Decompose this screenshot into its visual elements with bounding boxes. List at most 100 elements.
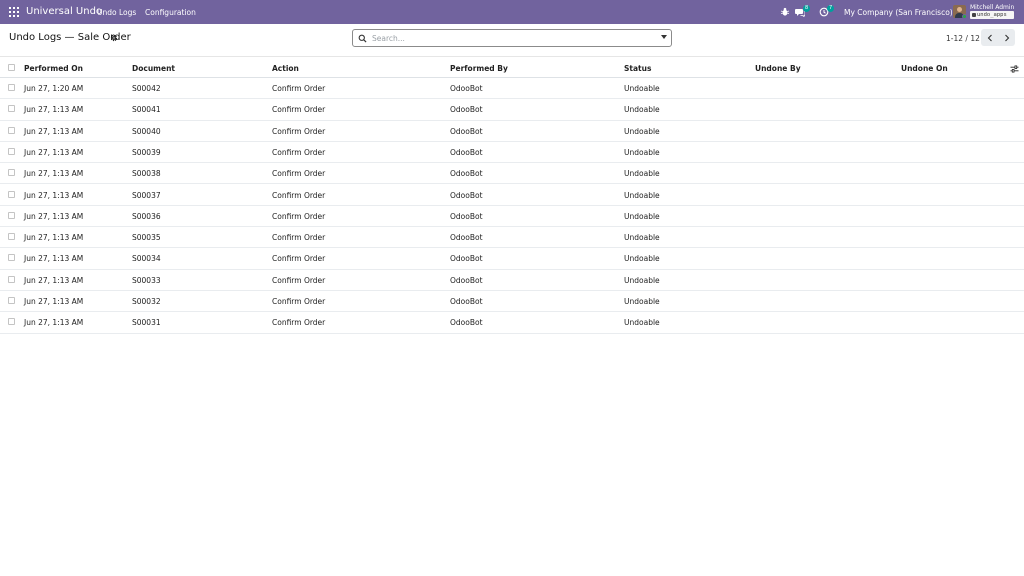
pager-next-button[interactable] (998, 29, 1015, 46)
cell-status: Undoable (624, 169, 660, 179)
cell-performed-on: Jun 27, 1:13 AM (24, 233, 84, 243)
cell-status: Undoable (624, 190, 660, 200)
table-row[interactable]: Jun 27, 1:20 AM S00042 Confirm Order OdooBo… (0, 78, 1024, 100)
cell-action: Confirm Order (272, 297, 326, 306)
cell-status: Undoable (624, 211, 660, 221)
cell-document: S00038 (132, 169, 161, 179)
row-checkbox[interactable] (8, 84, 15, 91)
cell-action: Confirm Order (272, 254, 326, 264)
table-row[interactable]: Jun 27, 1:13 AM S00034 Confirm Order OdooBo… (0, 248, 1024, 270)
cell-action: Confirm Order (272, 126, 326, 136)
pager-previous-button[interactable] (981, 29, 998, 46)
cell-document: S00033 (132, 275, 161, 285)
messages-count-badge: 8 (803, 5, 811, 12)
online-status-dot (962, 14, 967, 19)
top-navbar: Universal Undo Undo Logs Configuration 8… (0, 0, 1024, 24)
pager-value[interactable]: 1-12 / 12 (946, 34, 980, 43)
cell-performed-by: OdooBot (450, 233, 483, 243)
column-header-document[interactable]: Document (132, 64, 175, 73)
search-input[interactable] (372, 31, 652, 45)
table-header: Performed On Document Action Performed B… (0, 56, 1024, 78)
cell-performed-by: OdooBot (450, 169, 483, 179)
optional-columns-icon[interactable] (1010, 65, 1019, 73)
cell-action: Confirm Order (272, 211, 326, 221)
cell-performed-on: Jun 27, 1:13 AM (24, 190, 84, 200)
column-header-performed-on[interactable]: Performed On (24, 64, 83, 73)
cell-performed-on: Jun 27, 1:13 AM (24, 275, 84, 285)
search-icon (358, 34, 367, 43)
table-row[interactable]: Jun 27, 1:13 AM S00033 Confirm Order OdooBo… (0, 270, 1024, 291)
cell-status: Undoable (624, 126, 660, 136)
cell-status: Undoable (624, 318, 660, 328)
cell-performed-by: OdooBot (450, 147, 483, 157)
bug-icon[interactable] (780, 7, 790, 17)
row-checkbox[interactable] (8, 233, 15, 241)
row-checkbox[interactable] (8, 169, 15, 177)
cell-status: Undoable (624, 297, 660, 306)
cell-performed-on: Jun 27, 1:13 AM (24, 318, 84, 328)
search-options-caret-icon[interactable] (661, 35, 667, 39)
cell-status: Undoable (624, 254, 660, 264)
user-name[interactable]: Mitchell Admin (970, 4, 1014, 11)
cell-action: Confirm Order (272, 105, 326, 115)
cell-performed-on: Jun 27, 1:13 AM (24, 126, 84, 136)
column-header-undone-by[interactable]: Undone By (755, 64, 801, 73)
column-header-performed-by[interactable]: Performed By (450, 64, 508, 73)
cell-performed-by: OdooBot (450, 275, 483, 285)
table-row[interactable]: Jun 27, 1:13 AM S00036 Confirm Order OdooBo… (0, 206, 1024, 228)
row-checkbox[interactable] (8, 126, 15, 134)
search-bar[interactable] (352, 29, 672, 47)
cell-performed-on: Jun 27, 1:13 AM (24, 297, 84, 306)
cell-performed-on: Jun 27, 1:13 AM (24, 147, 84, 157)
cell-performed-by: OdooBot (450, 105, 483, 115)
menu-item-undo-logs[interactable]: Undo Logs (97, 8, 136, 17)
table-row[interactable]: Jun 27, 1:13 AM S00035 Confirm Order OdooBo… (0, 227, 1024, 249)
company-switcher[interactable]: My Company (San Francisco) (844, 8, 953, 17)
row-checkbox[interactable] (8, 190, 15, 198)
cell-performed-by: OdooBot (450, 297, 483, 306)
column-header-action[interactable]: Action (272, 64, 299, 73)
cell-performed-by: OdooBot (450, 190, 483, 200)
cell-document: S00041 (132, 105, 161, 115)
row-checkbox[interactable] (8, 147, 15, 155)
table-row[interactable]: Jun 27, 1:13 AM S00038 Confirm Order OdooBo… (0, 163, 1024, 185)
table-row[interactable]: Jun 27, 1:13 AM S00031 Confirm Order OdooBo… (0, 312, 1024, 334)
column-header-status[interactable]: Status (624, 64, 651, 73)
app-name[interactable]: Universal Undo (26, 6, 102, 17)
cell-action: Confirm Order (272, 275, 326, 285)
app-menu-icon[interactable] (9, 7, 19, 17)
gear-icon[interactable] (110, 34, 118, 42)
table-row[interactable]: Jun 27, 1:13 AM S00040 Confirm Order OdooBo… (0, 121, 1024, 142)
cell-document: S00035 (132, 233, 161, 243)
cell-performed-on: Jun 27, 1:13 AM (24, 169, 84, 179)
pager-buttons (981, 29, 1015, 46)
cell-status: Undoable (624, 275, 660, 285)
cell-document: S00032 (132, 297, 161, 306)
row-checkbox[interactable] (8, 105, 15, 113)
row-checkbox[interactable] (8, 254, 15, 262)
cell-document: S00031 (132, 318, 161, 328)
cell-document: S00034 (132, 254, 161, 264)
database-badge: undo_apps (970, 11, 1014, 19)
table-row[interactable]: Jun 27, 1:13 AM S00039 Confirm Order OdooBo… (0, 142, 1024, 164)
cell-performed-by: OdooBot (450, 84, 483, 93)
cell-document: S00040 (132, 126, 161, 136)
select-all-checkbox[interactable] (8, 64, 15, 71)
chevron-right-icon (1004, 34, 1009, 41)
cell-performed-by: OdooBot (450, 126, 483, 136)
cell-performed-on: Jun 27, 1:13 AM (24, 254, 84, 264)
activities-count-badge: 7 (827, 5, 835, 12)
row-checkbox[interactable] (8, 275, 15, 283)
cell-performed-by: OdooBot (450, 318, 483, 328)
row-checkbox[interactable] (8, 211, 15, 219)
cell-document: S00039 (132, 147, 161, 157)
row-checkbox[interactable] (8, 318, 15, 326)
cell-status: Undoable (624, 84, 660, 93)
row-checkbox[interactable] (8, 297, 15, 304)
menu-item-configuration[interactable]: Configuration (145, 8, 196, 17)
column-header-undone-on[interactable]: Undone On (901, 64, 948, 73)
table-row[interactable]: Jun 27, 1:13 AM S00041 Confirm Order OdooBo… (0, 99, 1024, 121)
chevron-left-icon (987, 34, 992, 41)
table-row[interactable]: Jun 27, 1:13 AM S00037 Confirm Order OdooBo… (0, 185, 1024, 206)
table-row[interactable]: Jun 27, 1:13 AM S00032 Confirm Order OdooBo… (0, 291, 1024, 313)
